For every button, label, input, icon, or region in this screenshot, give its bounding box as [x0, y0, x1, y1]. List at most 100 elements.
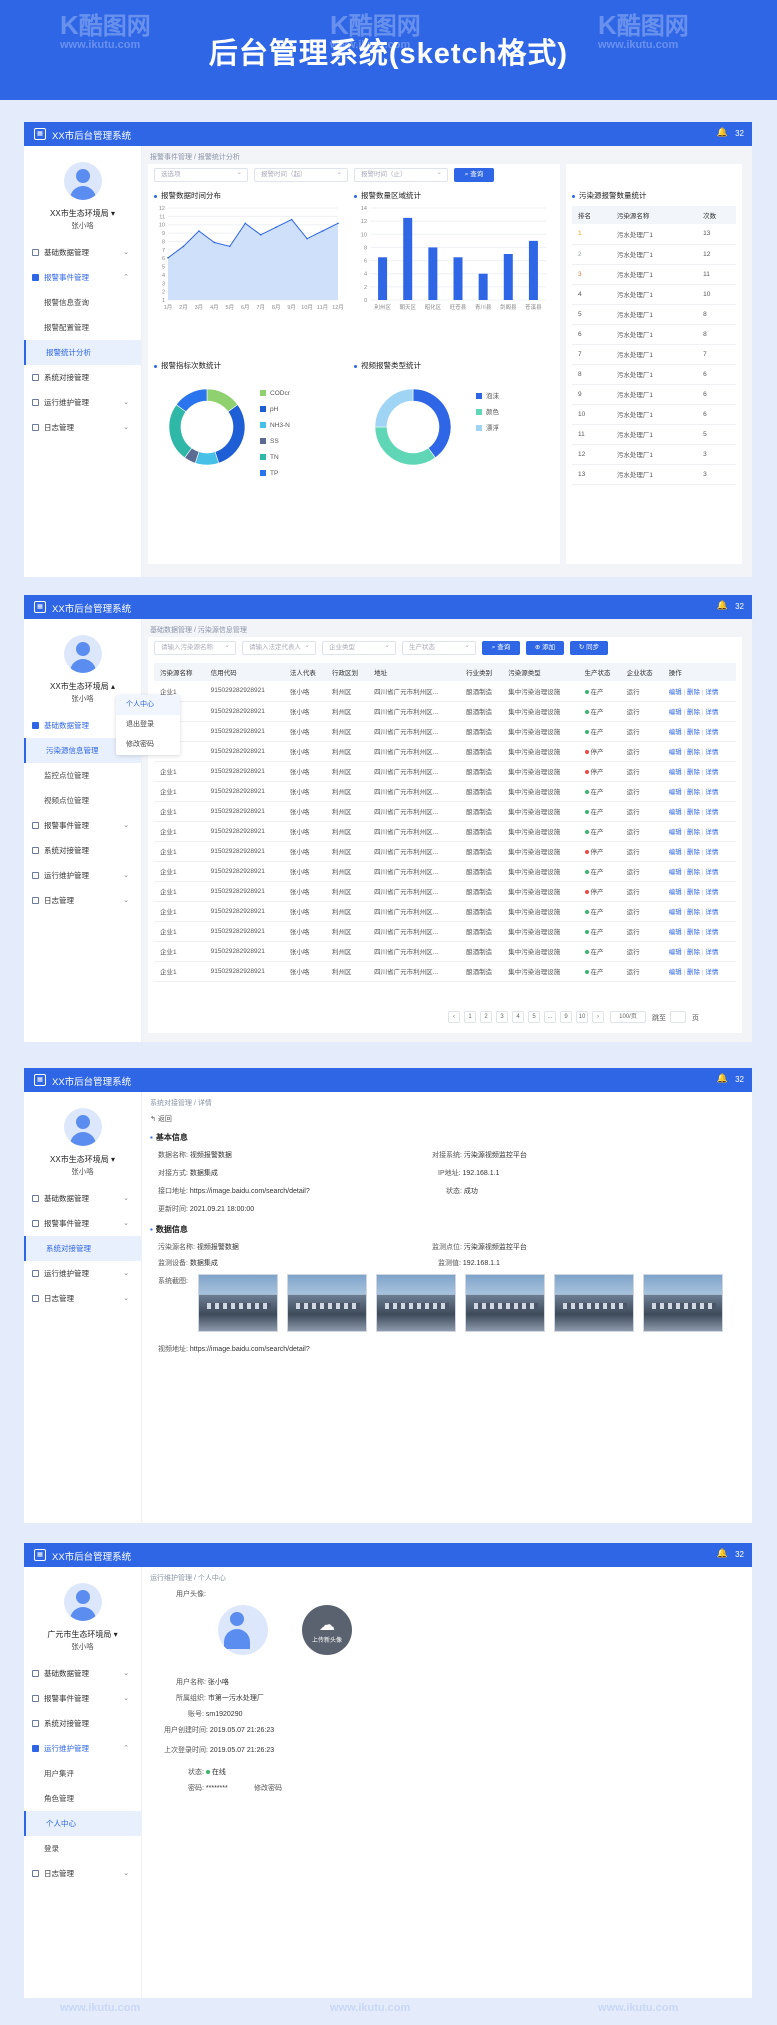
- next-page-button[interactable]: ›: [592, 1011, 604, 1023]
- org-selector[interactable]: XX市生态环境局 ▾: [24, 1154, 141, 1165]
- bell-icon[interactable]: 🔔: [717, 1073, 728, 1084]
- submenu-alarm-statistics[interactable]: 报警统计分析: [24, 340, 141, 365]
- submenu-monitor-points[interactable]: 监控点位管理: [24, 763, 141, 788]
- edit-link[interactable]: 编辑: [669, 769, 682, 776]
- detail-link[interactable]: 详情: [705, 969, 718, 976]
- detail-link[interactable]: 详情: [705, 849, 718, 856]
- edit-link[interactable]: 编辑: [669, 749, 682, 756]
- delete-link[interactable]: 删除: [687, 869, 700, 876]
- page-9[interactable]: 9: [560, 1011, 572, 1023]
- type-select[interactable]: 选选项: [154, 167, 248, 182]
- avatar[interactable]: [64, 1583, 102, 1621]
- screenshot-thumbnail[interactable]: [198, 1274, 278, 1332]
- detail-link[interactable]: 详情: [705, 709, 718, 716]
- menu-logs[interactable]: 日志管理 ⌄: [24, 888, 141, 913]
- delete-link[interactable]: 删除: [687, 769, 700, 776]
- avatar[interactable]: [64, 162, 102, 200]
- dropdown-change-password[interactable]: 修改密码: [116, 735, 180, 755]
- menu-logs[interactable]: 日志管理 ⌄: [24, 415, 141, 440]
- page-5[interactable]: 5: [528, 1011, 540, 1023]
- edit-link[interactable]: 编辑: [669, 929, 682, 936]
- menu-operation[interactable]: 运行维护管理 ⌄: [24, 1261, 141, 1286]
- menu-alarm-events[interactable]: 报警事件管理 ⌄: [24, 1211, 141, 1236]
- page-10[interactable]: 10: [576, 1011, 588, 1023]
- submenu-login[interactable]: 登录: [24, 1836, 141, 1861]
- screenshot-thumbnail[interactable]: [643, 1274, 723, 1332]
- edit-link[interactable]: 编辑: [669, 809, 682, 816]
- delete-link[interactable]: 删除: [687, 949, 700, 956]
- detail-link[interactable]: 详情: [705, 829, 718, 836]
- delete-link[interactable]: 删除: [687, 689, 700, 696]
- legal-rep-input[interactable]: 请输入法定代表人: [242, 640, 316, 655]
- end-time-select[interactable]: 报警时间（止）: [354, 167, 448, 182]
- org-selector[interactable]: XX市生态环境局 ▴: [24, 681, 141, 692]
- detail-link[interactable]: 详情: [705, 769, 718, 776]
- menu-basic-data[interactable]: 基础数据管理 ⌄: [24, 1186, 141, 1211]
- detail-link[interactable]: 详情: [705, 689, 718, 696]
- screenshot-thumbnail[interactable]: [376, 1274, 456, 1332]
- edit-link[interactable]: 编辑: [669, 909, 682, 916]
- page-size-select[interactable]: 100/页: [610, 1011, 646, 1023]
- delete-link[interactable]: 删除: [687, 709, 700, 716]
- menu-alarm-events[interactable]: 报警事件管理 ⌄: [24, 1686, 141, 1711]
- detail-link[interactable]: 详情: [705, 789, 718, 796]
- upload-avatar-button[interactable]: ☁ 上传新头像: [302, 1605, 352, 1655]
- delete-link[interactable]: 删除: [687, 809, 700, 816]
- menu-system-integration[interactable]: 系统对接管理: [24, 838, 141, 863]
- bell-icon[interactable]: 🔔: [717, 127, 728, 138]
- production-state-select[interactable]: 生产状态: [402, 640, 476, 655]
- detail-link[interactable]: 详情: [705, 909, 718, 916]
- edit-link[interactable]: 编辑: [669, 689, 682, 696]
- edit-link[interactable]: 编辑: [669, 709, 682, 716]
- menu-logs[interactable]: 日志管理 ⌄: [24, 1286, 141, 1311]
- detail-link[interactable]: 详情: [705, 729, 718, 736]
- page-3[interactable]: 3: [496, 1011, 508, 1023]
- menu-basic-data[interactable]: 基础数据管理 ⌄: [24, 1661, 141, 1686]
- bell-icon[interactable]: 🔔: [717, 600, 728, 611]
- menu-operation[interactable]: 运行维护管理 ⌄: [24, 390, 141, 415]
- submenu-role-management[interactable]: 角色管理: [24, 1786, 141, 1811]
- menu-operation[interactable]: 运行维护管理 ⌃: [24, 1736, 141, 1761]
- menu-alarm-events[interactable]: 报警事件管理 ⌄: [24, 813, 141, 838]
- submenu-user-management[interactable]: 用户集评: [24, 1761, 141, 1786]
- edit-link[interactable]: 编辑: [669, 849, 682, 856]
- submenu-alarm-config[interactable]: 报警配置管理: [24, 315, 141, 340]
- source-name-input[interactable]: 请输入污染源名称: [154, 640, 236, 655]
- detail-link[interactable]: 详情: [705, 949, 718, 956]
- page-2[interactable]: 2: [480, 1011, 492, 1023]
- menu-operation[interactable]: 运行维护管理 ⌄: [24, 863, 141, 888]
- org-selector[interactable]: 广元市生态环境局 ▾: [24, 1629, 141, 1640]
- detail-link[interactable]: 详情: [705, 889, 718, 896]
- org-selector[interactable]: XX市生态环境局 ▾: [24, 208, 141, 219]
- delete-link[interactable]: 删除: [687, 749, 700, 756]
- avatar[interactable]: [64, 1108, 102, 1146]
- edit-link[interactable]: 编辑: [669, 889, 682, 896]
- delete-link[interactable]: 删除: [687, 849, 700, 856]
- start-time-select[interactable]: 报警时间（起）: [254, 167, 348, 182]
- edit-link[interactable]: 编辑: [669, 869, 682, 876]
- detail-link[interactable]: 详情: [705, 809, 718, 816]
- menu-alarm-events[interactable]: 报警事件管理 ⌃: [24, 265, 141, 290]
- screenshot-thumbnail[interactable]: [465, 1274, 545, 1332]
- page-1[interactable]: 1: [464, 1011, 476, 1023]
- edit-link[interactable]: 编辑: [669, 969, 682, 976]
- change-password-link[interactable]: 修改密码: [254, 1783, 282, 1793]
- edit-link[interactable]: 编辑: [669, 729, 682, 736]
- menu-system-integration[interactable]: 系统对接管理: [24, 1236, 141, 1261]
- delete-link[interactable]: 删除: [687, 909, 700, 916]
- screenshot-thumbnail[interactable]: [287, 1274, 367, 1332]
- menu-basic-data[interactable]: 基础数据管理 ⌄: [24, 240, 141, 265]
- detail-link[interactable]: 详情: [705, 929, 718, 936]
- add-button[interactable]: ⊕ 添加: [526, 641, 564, 655]
- delete-link[interactable]: 删除: [687, 889, 700, 896]
- detail-link[interactable]: 详情: [705, 869, 718, 876]
- screenshot-thumbnail[interactable]: [554, 1274, 634, 1332]
- dropdown-profile[interactable]: 个人中心: [116, 695, 180, 715]
- delete-link[interactable]: 删除: [687, 789, 700, 796]
- dropdown-logout[interactable]: 退出登录: [116, 715, 180, 735]
- menu-logs[interactable]: 日志管理 ⌄: [24, 1861, 141, 1886]
- query-button[interactable]: ⌕ 查询: [454, 168, 494, 182]
- query-button[interactable]: ⌕ 查询: [482, 641, 520, 655]
- submenu-personal-center[interactable]: 个人中心: [24, 1811, 141, 1836]
- sync-button[interactable]: ↻ 同步: [570, 641, 608, 655]
